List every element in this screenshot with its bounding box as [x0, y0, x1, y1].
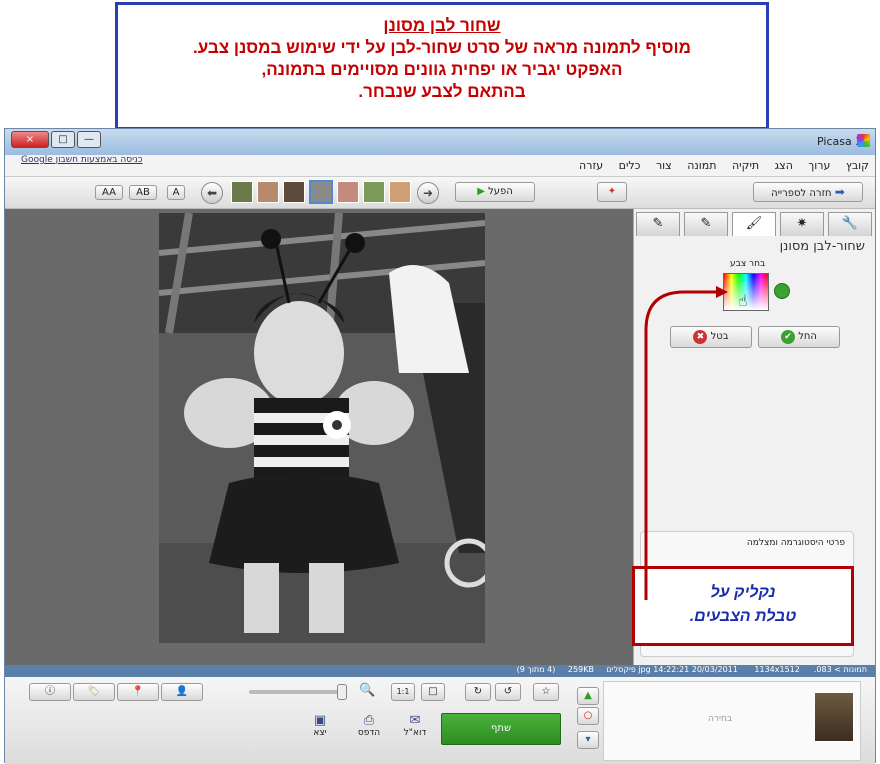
callout-arrow	[644, 286, 728, 600]
